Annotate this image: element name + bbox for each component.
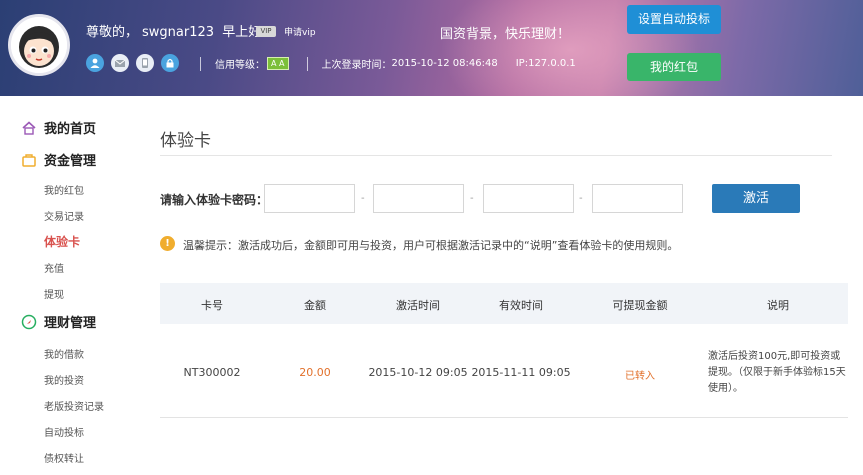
tip-text: 温馨提示：激活成功后，金额即可用与投资，用户可根据激活记录中的“说明”查看体验卡…	[183, 239, 679, 252]
mail-icon[interactable]	[111, 54, 129, 72]
description-cell: 激活后投资100元,即可投资或提现。（仅限于新手体验标15天使用）。	[708, 351, 846, 394]
sidebar-item-old-investments[interactable]: 老版投资记录	[44, 398, 104, 413]
credit-label: 信用等级：	[215, 60, 265, 71]
sidebar-section-fund[interactable]: 资金管理	[20, 150, 96, 169]
page-title: 体验卡	[160, 131, 211, 151]
my-red-packet-button[interactable]: 我的红包	[627, 53, 721, 81]
column-header: 卡号	[201, 299, 223, 312]
last-login-time: 2015-10-12 08:46:48	[391, 58, 498, 69]
sidebar-item-my-loans[interactable]: 我的借款	[44, 346, 84, 361]
card-code-input-3[interactable]	[483, 184, 574, 213]
sidebar-item-home[interactable]: 我的首页	[20, 118, 96, 137]
amount-cell: 20.00	[299, 366, 331, 379]
card-code-input-1[interactable]	[264, 184, 355, 213]
sidebar-item-auto-bid[interactable]: 自动投标	[44, 424, 84, 439]
divider	[306, 56, 308, 71]
user-icon[interactable]	[86, 54, 104, 72]
sidebar-item-recharge[interactable]: 充值	[44, 260, 64, 275]
code-separator: -	[361, 193, 365, 204]
sidebar-nav: 我的首页 资金管理 我的红包 交易记录 体验卡 充值 提现 理财管理 我的借款 …	[0, 96, 140, 475]
sidebar-section-label: 理财管理	[44, 316, 97, 331]
house-icon	[20, 119, 38, 137]
activate-button[interactable]: 激活	[712, 184, 800, 213]
exclamation-icon: !	[160, 236, 175, 251]
greeting-text: 尊敬的， swgnar123 早上好！	[86, 21, 274, 40]
sidebar-section-label: 资金管理	[44, 154, 97, 169]
apply-vip-link[interactable]: 申请vip	[284, 25, 316, 38]
sidebar-section-finance[interactable]: 理财管理	[20, 312, 96, 331]
valid-until-cell: 2015-11-11 09:05	[471, 366, 571, 379]
cartoon-avatar-icon	[11, 17, 67, 73]
slogan-text: 国资背景，快乐理财！	[440, 27, 571, 42]
sidebar-item-withdraw[interactable]: 提现	[44, 286, 64, 301]
card-number-cell: NT300002	[183, 366, 241, 379]
user-header-banner: 尊敬的， swgnar123 早上好！ VIP 申请vip 国资背景，快乐理财！ …	[0, 0, 863, 96]
account-info-row: 信用等级： A A 上次登录时间： 2015-10-12 08:46:48 IP…	[200, 56, 576, 71]
ip-label: IP:	[515, 58, 529, 69]
column-header: 有效时间	[499, 299, 543, 312]
wallet-icon	[20, 151, 38, 169]
divider	[200, 56, 201, 71]
card-code-input-4[interactable]	[592, 184, 683, 213]
card-code-label: 请输入体验卡密码：	[160, 193, 269, 207]
account-verification-icons	[86, 54, 179, 72]
withdrawable-status-cell: 已转入	[625, 371, 655, 382]
sidebar-item-red-packets[interactable]: 我的红包	[44, 182, 84, 197]
phone-icon[interactable]	[136, 54, 154, 72]
column-header: 金额	[304, 299, 326, 312]
column-header: 说明	[767, 299, 789, 312]
last-login-label: 上次登录时间：	[321, 60, 392, 71]
code-separator: -	[579, 193, 583, 204]
sidebar-item-debt-transfer[interactable]: 债权转让	[44, 450, 84, 465]
username: swgnar123	[142, 25, 215, 40]
table-header: 卡号 金额 激活时间 有效时间 可提现金额 说明	[160, 283, 848, 324]
title-divider	[160, 155, 832, 156]
activated-time-cell: 2015-10-12 09:05	[368, 366, 468, 379]
column-header: 激活时间	[396, 299, 440, 312]
sidebar-item-experience-card[interactable]: 体验卡	[44, 233, 80, 250]
code-separator: -	[470, 193, 474, 204]
row-divider	[160, 417, 848, 418]
greeting-prefix: 尊敬的，	[86, 25, 139, 40]
column-header: 可提现金额	[612, 299, 668, 312]
sidebar-item-my-investments[interactable]: 我的投资	[44, 372, 84, 387]
ip-value: 127.0.0.1	[528, 58, 576, 69]
vip-badge: VIP	[256, 26, 276, 37]
sidebar-item-transactions[interactable]: 交易记录	[44, 208, 84, 223]
compass-icon	[20, 313, 38, 331]
credit-level-badge: A A	[267, 57, 289, 70]
auto-bid-button[interactable]: 设置自动投标	[627, 5, 721, 34]
sidebar-item-label: 我的首页	[44, 122, 97, 137]
lock-icon[interactable]	[161, 54, 179, 72]
card-code-input-2[interactable]	[373, 184, 464, 213]
avatar[interactable]	[8, 14, 70, 76]
